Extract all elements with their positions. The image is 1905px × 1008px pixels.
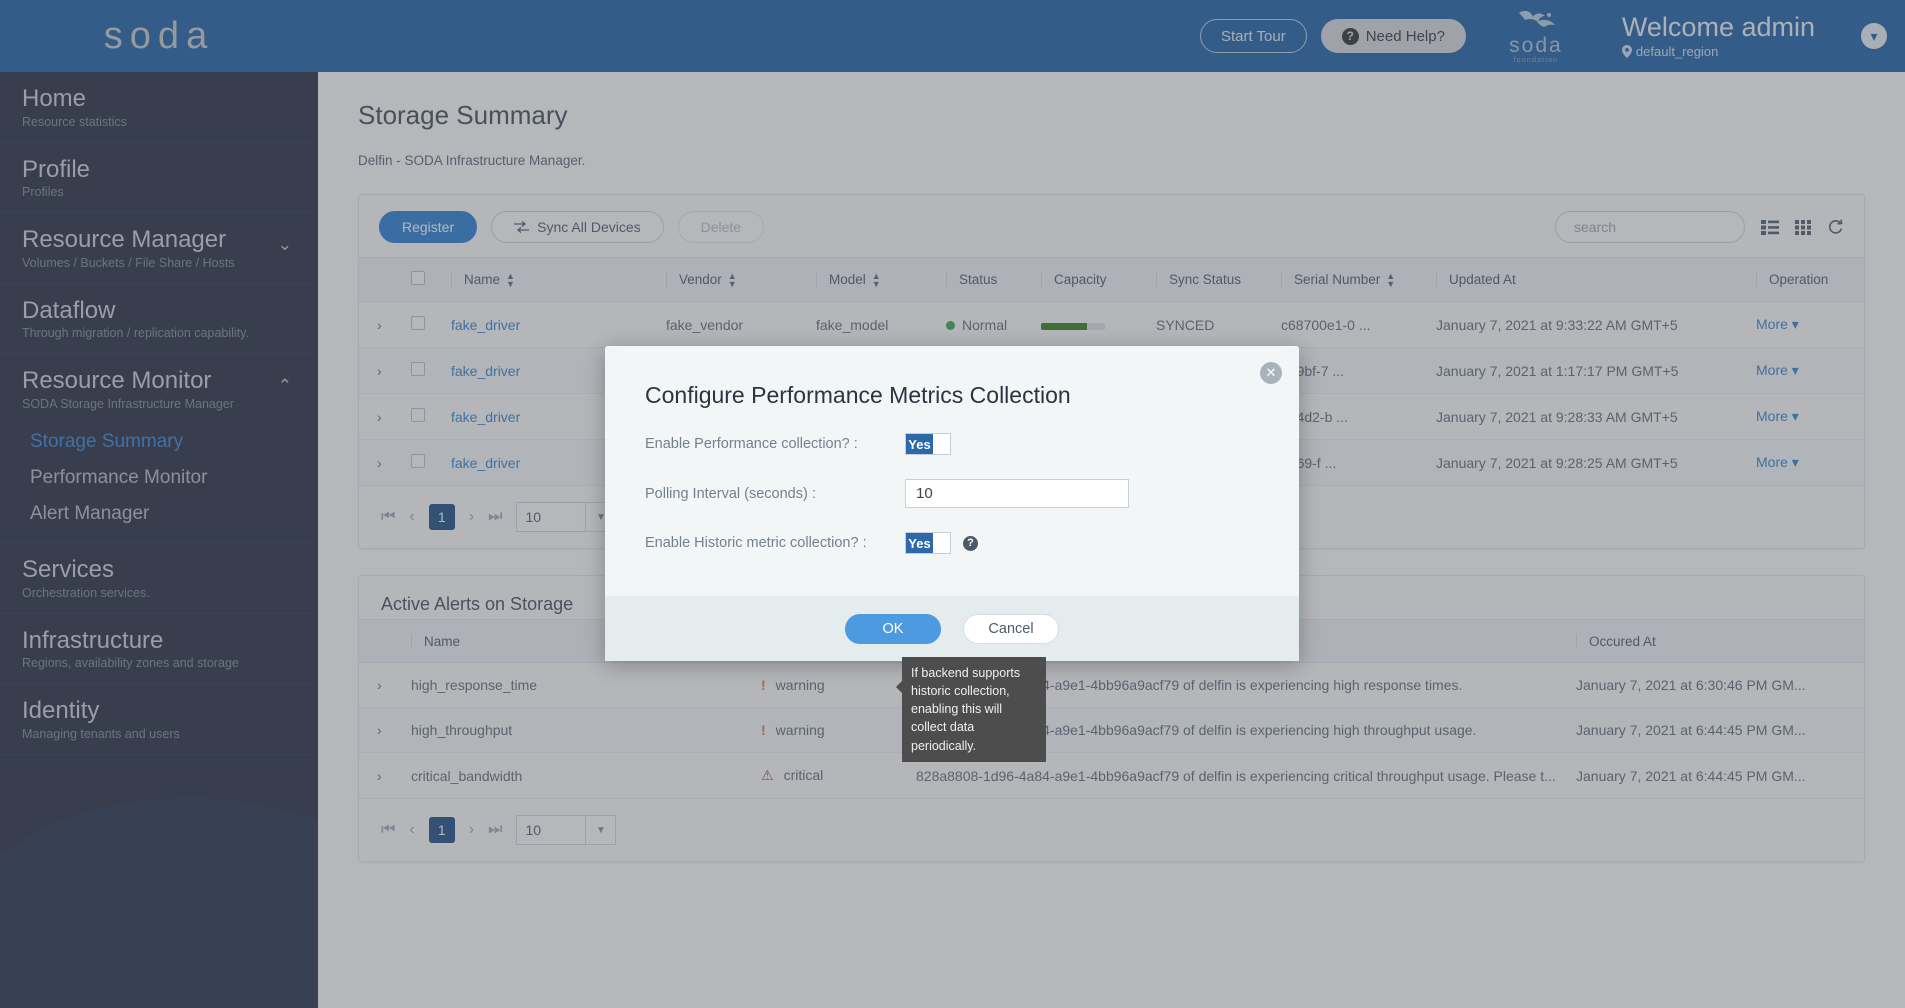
toggle-knob <box>933 434 950 454</box>
enable-historic-toggle[interactable]: Yes <box>905 532 951 554</box>
enable-performance-row: Enable Performance collection? : Yes <box>605 433 1299 455</box>
ok-button[interactable]: OK <box>845 613 941 644</box>
question-mark-icon[interactable]: ? <box>963 535 978 551</box>
modal-footer: OK Cancel <box>605 596 1299 661</box>
polling-interval-input[interactable]: 10 <box>905 479 1129 508</box>
historic-collection-tooltip: If backend supports historic collection,… <box>896 657 1046 762</box>
enable-historic-row: Enable Historic metric collection? : Yes… <box>605 532 1299 762</box>
polling-interval-label: Polling Interval (seconds) : <box>645 485 816 502</box>
configure-performance-modal: ✕ Configure Performance Metrics Collecti… <box>605 346 1299 762</box>
toggle-on-label: Yes <box>906 434 933 454</box>
cancel-button[interactable]: Cancel <box>963 613 1059 644</box>
enable-performance-toggle[interactable]: Yes <box>905 433 951 455</box>
toggle-knob <box>933 533 950 553</box>
toggle-on-label: Yes <box>906 533 933 553</box>
enable-historic-label: Enable Historic metric collection? : <box>645 535 867 551</box>
modal-title: Configure Performance Metrics Collection <box>645 382 1071 408</box>
close-icon[interactable]: ✕ <box>1260 362 1282 384</box>
polling-interval-row: Polling Interval (seconds) : 10 <box>605 479 1299 508</box>
enable-performance-label: Enable Performance collection? : <box>645 436 858 452</box>
